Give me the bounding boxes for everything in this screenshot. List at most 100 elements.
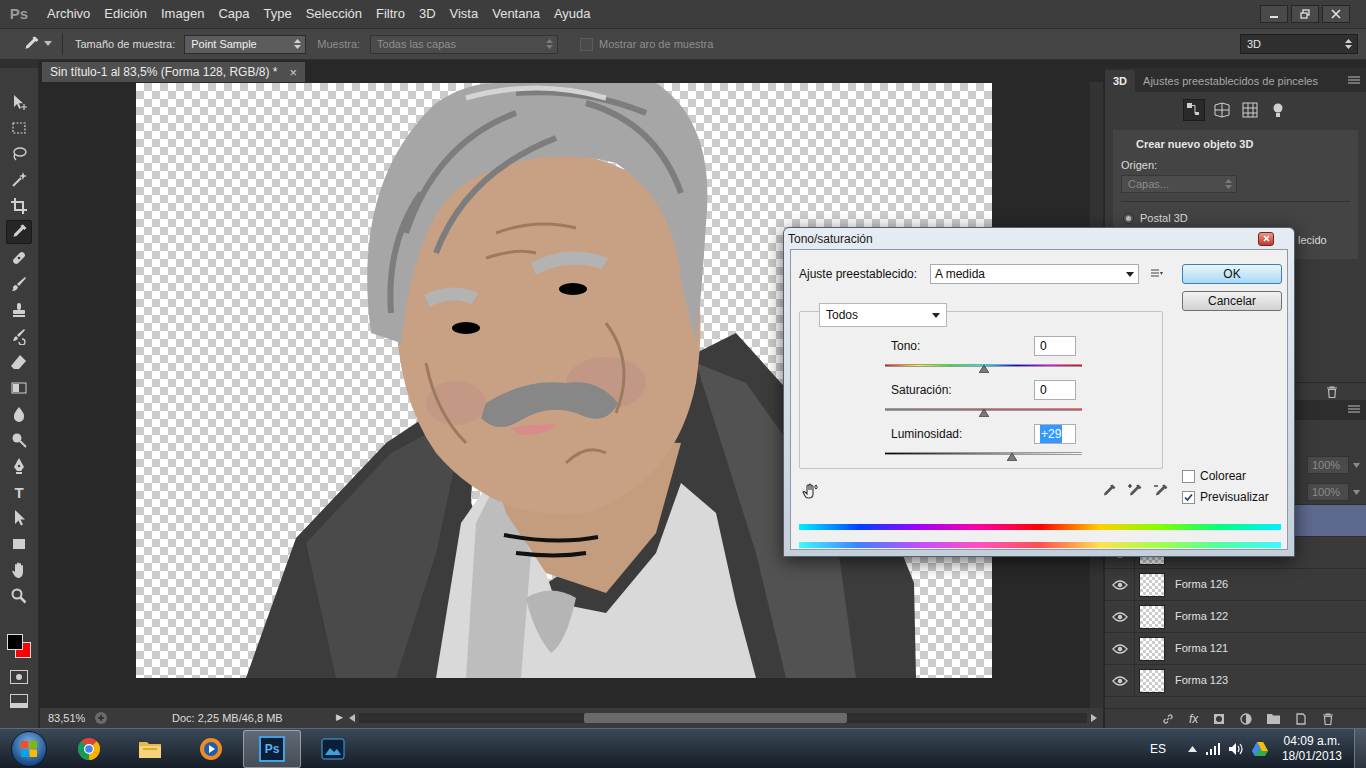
new-layer-icon[interactable]	[1295, 713, 1307, 725]
menu-item[interactable]: 3D	[412, 0, 443, 28]
layer-row[interactable]: Forma 121	[1105, 632, 1366, 664]
close-tab-button[interactable]: ×	[289, 66, 297, 79]
zoom-tool[interactable]	[6, 584, 32, 608]
view-button[interactable]	[1239, 99, 1261, 121]
slider-thumb[interactable]	[979, 365, 989, 373]
scroll-thumb[interactable]	[584, 713, 847, 723]
layer-style-button[interactable]: fx	[1189, 713, 1198, 725]
preview-option[interactable]: Previsualizar	[1182, 489, 1282, 505]
menu-item[interactable]: Type	[256, 0, 298, 28]
move-tool[interactable]	[6, 90, 32, 114]
view-button[interactable]	[1211, 99, 1233, 121]
brush-tool[interactable]	[6, 272, 32, 296]
opacity-field[interactable]: 100%	[1307, 456, 1349, 474]
eyedropper-subtract-icon[interactable]	[1153, 483, 1169, 499]
wand-tool[interactable]	[6, 168, 32, 192]
app-taskbar-button[interactable]	[304, 730, 362, 768]
clock[interactable]: 04:09 a.m. 18/01/2013	[1282, 734, 1342, 764]
menu-item[interactable]: Ayuda	[547, 0, 598, 28]
show-desktop-button[interactable]	[1354, 729, 1366, 768]
view-button[interactable]	[1183, 99, 1205, 121]
slider-track[interactable]	[885, 452, 1082, 462]
panel-tab[interactable]: Ajustes preestablecidos de pinceles	[1135, 70, 1326, 92]
document-tab[interactable]: Sin título-1 al 83,5% (Forma 128, RGB/8)…	[42, 62, 305, 82]
marquee-tool[interactable]	[6, 116, 32, 140]
start-button[interactable]	[0, 731, 58, 767]
visibility-toggle[interactable]	[1105, 633, 1135, 665]
shape-tool[interactable]	[6, 532, 32, 556]
eraser-tool[interactable]	[6, 350, 32, 374]
close-button[interactable]	[1322, 5, 1350, 23]
menu-item[interactable]: Edición	[97, 0, 154, 28]
preset-dropdown[interactable]: A medida	[930, 264, 1139, 284]
heal-tool[interactable]	[6, 246, 32, 270]
slider-track[interactable]	[885, 364, 1082, 374]
layer-row[interactable]: Forma 123	[1105, 664, 1366, 696]
tool-preset-picker[interactable]	[22, 35, 52, 53]
crop-tool[interactable]	[6, 194, 32, 218]
radio-button[interactable]	[1123, 213, 1134, 224]
type-tool[interactable]: T	[6, 480, 32, 504]
blur-tool[interactable]	[6, 402, 32, 426]
slider-track[interactable]	[885, 408, 1082, 418]
restore-button[interactable]	[1291, 5, 1319, 23]
slider-value-field[interactable]: 0	[1034, 336, 1076, 356]
zoom-level[interactable]: 83,51%	[40, 710, 94, 727]
history-tool[interactable]	[6, 324, 32, 348]
trash-icon[interactable]	[1322, 713, 1334, 725]
menu-item[interactable]: Archivo	[40, 0, 97, 28]
show-hidden-icon[interactable]	[1188, 746, 1197, 752]
workspace-dropdown[interactable]: 3D	[1240, 34, 1358, 54]
visibility-toggle[interactable]	[1105, 665, 1135, 697]
sample-size-dropdown[interactable]: Point Sample	[184, 35, 306, 54]
slider-thumb[interactable]	[1007, 453, 1017, 461]
link-icon[interactable]	[1162, 713, 1174, 725]
menu-item[interactable]: Selección	[299, 0, 369, 28]
trash-icon[interactable]	[1326, 386, 1338, 398]
mask-icon[interactable]	[1213, 713, 1225, 725]
menu-item[interactable]: Vista	[443, 0, 486, 28]
menu-item[interactable]: Capa	[211, 0, 256, 28]
preset-options-icon[interactable]	[1151, 269, 1163, 279]
colorize-checkbox[interactable]	[1182, 470, 1195, 483]
language-indicator[interactable]: ES	[1150, 740, 1166, 758]
eyedropper-tool[interactable]	[6, 220, 32, 244]
horizontal-scrollbar[interactable]	[349, 711, 1103, 725]
foreground-swatch[interactable]	[7, 634, 23, 650]
panel-tab[interactable]: 3D	[1105, 70, 1135, 92]
visibility-toggle[interactable]	[1105, 569, 1135, 601]
targeted-adjustment-icon[interactable]	[801, 483, 819, 499]
lasso-tool[interactable]	[6, 142, 32, 166]
view-button[interactable]	[1267, 99, 1289, 121]
layer-row[interactable]: Forma 122	[1105, 600, 1366, 632]
channel-dropdown[interactable]: Todos	[819, 303, 947, 327]
ok-button[interactable]: OK	[1182, 264, 1282, 284]
scroll-left-icon[interactable]	[349, 714, 355, 722]
photoshop-taskbar-button[interactable]: Ps	[243, 730, 301, 768]
minimize-button[interactable]	[1260, 5, 1288, 23]
eyedropper-icon[interactable]	[1101, 483, 1117, 499]
gradient-tool[interactable]	[6, 376, 32, 400]
folder-icon[interactable]	[1267, 713, 1280, 724]
scroll-right-icon[interactable]	[1091, 714, 1097, 722]
explorer-taskbar-button[interactable]	[121, 730, 179, 768]
status-menu-button[interactable]: ▶	[336, 711, 343, 725]
pen-tool[interactable]	[6, 454, 32, 478]
preview-checkbox[interactable]	[1182, 491, 1195, 504]
hand-tool[interactable]	[6, 558, 32, 582]
path-tool[interactable]	[6, 506, 32, 530]
drive-icon[interactable]	[1252, 742, 1268, 756]
slider-value-field[interactable]: 0	[1034, 380, 1076, 400]
slider-value-field[interactable]: +29	[1034, 424, 1076, 444]
menu-item[interactable]: Ventana	[485, 0, 547, 28]
media-taskbar-button[interactable]	[182, 730, 240, 768]
volume-icon[interactable]	[1229, 743, 1243, 755]
cancel-button[interactable]: Cancelar	[1182, 291, 1282, 311]
color-swatches[interactable]	[5, 632, 33, 660]
panel-menu-button[interactable]	[1348, 70, 1360, 92]
menu-item[interactable]: Imagen	[154, 0, 211, 28]
chrome-taskbar-button[interactable]	[60, 730, 118, 768]
dialog-close-button[interactable]	[1258, 232, 1274, 246]
visibility-toggle[interactable]	[1105, 601, 1135, 633]
network-icon[interactable]	[1206, 743, 1220, 755]
